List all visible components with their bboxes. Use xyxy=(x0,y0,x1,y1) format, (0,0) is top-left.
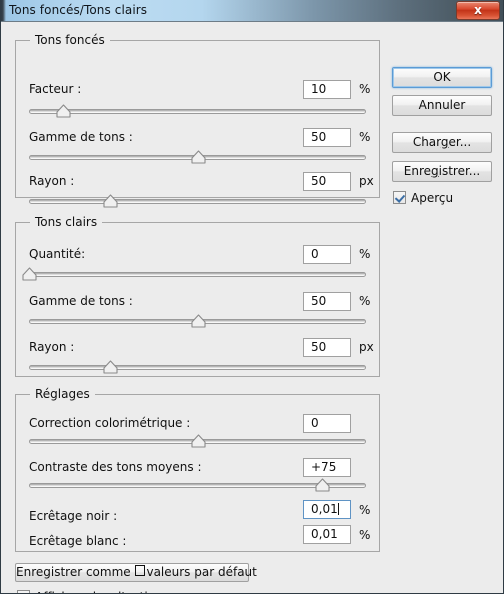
preview-checkbox[interactable]: Aperçu xyxy=(393,191,453,205)
unit-shadows-tonalwidth: % xyxy=(359,130,371,144)
input-highlights-radius[interactable]: 50 xyxy=(303,338,351,357)
slider-thumb[interactable] xyxy=(315,478,330,492)
cancel-button[interactable]: Annuler xyxy=(392,95,492,116)
close-icon[interactable]: x xyxy=(456,1,500,20)
label-highlights-tonalwidth: Gamme de tons : xyxy=(29,294,133,308)
unit-highlights-tonalwidth: % xyxy=(359,294,371,308)
slider-thumb[interactable] xyxy=(103,360,118,374)
label-midtone-contrast: Contraste des tons moyens : xyxy=(29,460,202,474)
dialog-window: Tons foncés/Tons clairs x Tons foncés Fa… xyxy=(0,0,504,594)
input-black-clip[interactable]: 0,01 xyxy=(303,500,351,519)
input-midtone-contrast[interactable]: +75 xyxy=(303,458,351,477)
missing-glyph-icon xyxy=(135,565,146,576)
text-caret xyxy=(337,503,339,515)
slider-thumb[interactable] xyxy=(190,150,206,164)
save-button-mnemonic: g xyxy=(431,164,439,178)
unit-shadows-amount: % xyxy=(359,82,371,96)
slider-track xyxy=(29,109,366,114)
label-white-clip: Ecrêtage blanc : xyxy=(29,534,127,548)
slider-thumb[interactable] xyxy=(56,104,71,118)
group-adjustments-title: Réglages xyxy=(30,387,95,401)
unit-highlights-amount: % xyxy=(359,247,371,261)
slider-shadows-amount[interactable] xyxy=(29,104,366,118)
checkbox-icon xyxy=(17,590,30,593)
save-button-text-post: istrer... xyxy=(438,164,481,178)
load-button-text-pre: Char xyxy=(412,135,441,149)
label-black-clip: Ecrêtage noir : xyxy=(29,509,118,523)
load-button-mnemonic: g xyxy=(440,135,449,149)
checkbox-icon xyxy=(393,191,406,204)
window-title: Tons foncés/Tons clairs xyxy=(9,3,148,17)
slider-midtone-contrast[interactable] xyxy=(29,478,366,492)
slider-highlights-amount[interactable] xyxy=(22,267,366,281)
slider-thumb[interactable] xyxy=(22,267,37,281)
group-highlights-title: Tons clairs xyxy=(30,215,103,229)
input-color-correction[interactable]: 0 xyxy=(303,414,351,433)
show-more-options-checkbox[interactable]: Afficher plus d'options xyxy=(17,590,169,593)
save-button-text-pre: Enre xyxy=(403,164,431,178)
input-highlights-tonalwidth[interactable]: 50 xyxy=(303,292,351,311)
ok-button[interactable]: OK xyxy=(392,67,492,88)
load-button[interactable]: Charger... xyxy=(392,132,492,153)
input-shadows-tonalwidth[interactable]: 50 xyxy=(303,128,351,147)
slider-color-correction[interactable] xyxy=(29,434,366,448)
slider-highlights-tonalwidth[interactable] xyxy=(29,314,366,328)
slider-shadows-tonalwidth[interactable] xyxy=(29,150,366,164)
input-white-clip[interactable]: 0,01 xyxy=(303,525,351,544)
label-shadows-radius: Rayon : xyxy=(29,174,75,188)
label-shadows-amount: Facteur : xyxy=(29,82,82,96)
save-as-defaults-text-post: valeurs par défaut xyxy=(146,565,257,579)
save-as-defaults-button[interactable]: Enregistrer comme valeurs par défaut xyxy=(15,563,257,582)
slider-shadows-radius[interactable] xyxy=(29,194,366,208)
input-shadows-amount[interactable]: 10 xyxy=(303,80,351,99)
unit-white-clip: % xyxy=(359,528,371,542)
save-button[interactable]: Enregistrer... xyxy=(392,161,492,182)
slider-highlights-radius[interactable] xyxy=(29,360,366,374)
input-black-clip-value: 0,01 xyxy=(311,502,338,516)
load-button-text-post: er... xyxy=(448,135,472,149)
group-shadows-title: Tons foncés xyxy=(30,33,110,47)
unit-black-clip: % xyxy=(359,503,371,517)
unit-highlights-radius: px xyxy=(359,340,374,354)
label-shadows-tonalwidth: Gamme de tons : xyxy=(29,130,133,144)
label-highlights-radius: Rayon : xyxy=(29,340,75,354)
slider-track xyxy=(29,199,366,204)
input-highlights-amount[interactable]: 0 xyxy=(303,245,351,264)
slider-track xyxy=(29,365,366,370)
title-bar[interactable]: Tons foncés/Tons clairs x xyxy=(1,0,503,22)
slider-thumb[interactable] xyxy=(190,314,206,328)
slider-thumb[interactable] xyxy=(190,434,206,448)
input-shadows-radius[interactable]: 50 xyxy=(303,172,351,191)
label-color-correction: Correction colorimétrique : xyxy=(29,416,191,430)
slider-track xyxy=(29,272,366,277)
slider-thumb[interactable] xyxy=(103,194,118,208)
show-more-options-label: Afficher plus d'options xyxy=(35,590,169,593)
dialog-client-area: Tons foncés Facteur : 10 % Gamme de tons… xyxy=(1,22,503,593)
save-as-defaults-text-pre: Enregistrer comme xyxy=(16,565,135,579)
preview-checkbox-label: Aperçu xyxy=(411,191,454,205)
unit-shadows-radius: px xyxy=(359,174,374,188)
label-highlights-amount: Quantité: xyxy=(29,247,86,261)
